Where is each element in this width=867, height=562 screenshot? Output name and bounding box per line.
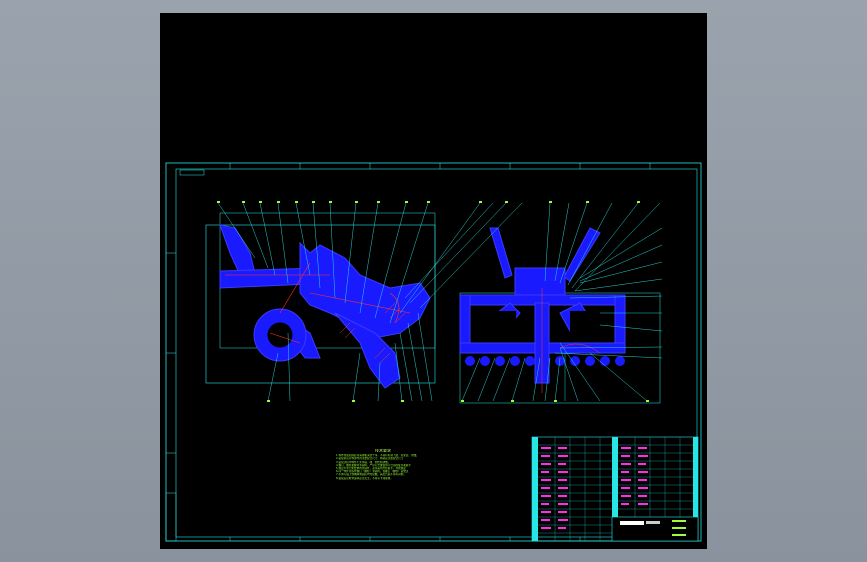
front-view-cutout-left [476, 311, 516, 333]
tech-requirement-line: 8.装配后应检查运转是否灵活，不得有卡滞现象。 [336, 476, 393, 480]
assembly-drawing [165, 162, 702, 542]
binding-strip [165, 492, 177, 542]
parts-list-table [531, 436, 699, 542]
drive-wheel-hub [264, 319, 296, 351]
side-view-parts [219, 224, 431, 389]
drawing-number-box [179, 169, 205, 176]
technical-requirements: 技术要求 1.零件在装配前必须清理和清洗干净，不得有毛刺飞边、氧化皮、锈蚀、 2… [336, 449, 430, 480]
cad-viewport[interactable]: 技术要求 1.零件在装配前必须清理和清洗干净，不得有毛刺飞边、氧化皮、锈蚀、 2… [160, 13, 707, 549]
tech-requirements-title: 技术要求 [375, 449, 391, 453]
front-view-cutout-right [570, 311, 608, 333]
